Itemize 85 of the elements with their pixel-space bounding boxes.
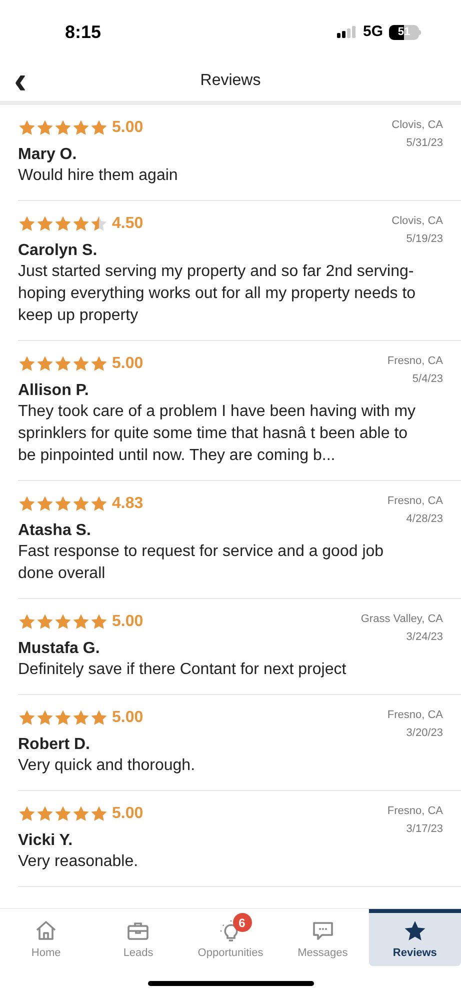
star-icon bbox=[72, 613, 90, 631]
rating-value: 5.00 bbox=[112, 118, 144, 138]
star-icon bbox=[36, 613, 54, 631]
reviewer-name: Vicki Y. bbox=[18, 831, 74, 851]
rating-value: 5.00 bbox=[112, 612, 144, 632]
star-icon bbox=[18, 613, 36, 631]
star-icon bbox=[90, 215, 108, 233]
tab-bar-item[interactable]: Reviews bbox=[368, 909, 461, 966]
rating-value: 5.00 bbox=[112, 804, 144, 824]
review-date: 5/19/23 bbox=[406, 232, 443, 247]
star-icon bbox=[54, 215, 72, 233]
review-text: Very quick and thorough. bbox=[18, 756, 196, 776]
review-text: Definitely save if there Contant for next project bbox=[18, 660, 348, 680]
location-label: Fresno, CA bbox=[387, 804, 443, 819]
tab-bar-item[interactable]: Leads bbox=[92, 909, 184, 966]
tab-bar-item[interactable]: 6 Opportunities bbox=[184, 909, 277, 966]
star-icon bbox=[90, 119, 108, 137]
location-label: Fresno, CA bbox=[387, 494, 443, 509]
star-icon bbox=[36, 495, 54, 513]
star-icon bbox=[402, 919, 427, 943]
star-icon bbox=[72, 215, 90, 233]
star-icon bbox=[36, 709, 54, 727]
review-date: 3/20/23 bbox=[406, 726, 443, 741]
star-icon bbox=[36, 215, 54, 233]
signal-icon bbox=[336, 26, 357, 38]
tab-bar-item[interactable]: Home bbox=[0, 909, 92, 966]
star-icon bbox=[90, 355, 108, 373]
star-icon bbox=[72, 805, 90, 823]
review-text: Very reasonable. bbox=[18, 852, 140, 872]
location-label: Clovis, CA bbox=[392, 118, 443, 133]
location-label: Clovis, CA bbox=[392, 214, 443, 229]
star-icon bbox=[36, 355, 54, 373]
star-icon bbox=[54, 119, 72, 137]
chat-bubble-icon bbox=[310, 919, 335, 943]
review-date: 5/31/23 bbox=[406, 136, 443, 151]
star-icon bbox=[18, 119, 36, 137]
location-label: Fresno, CA bbox=[387, 354, 443, 369]
notification-badge: 6 bbox=[232, 913, 252, 932]
review-date: 5/4/23 bbox=[412, 372, 443, 387]
star-icon bbox=[72, 495, 90, 513]
star-icon bbox=[90, 613, 108, 631]
reviewer-name: Allison P. bbox=[18, 381, 90, 401]
tab-bar-item[interactable]: Messages bbox=[276, 909, 369, 966]
review-text: Fast response to request for service and a good job done overall bbox=[18, 542, 385, 584]
star-icon bbox=[18, 805, 36, 823]
star-icon bbox=[72, 119, 90, 137]
reviewer-name: Carolyn S. bbox=[18, 241, 98, 261]
rating-value: 4.50 bbox=[112, 214, 144, 234]
star-icon bbox=[54, 709, 72, 727]
page-title: Reviews bbox=[200, 70, 261, 90]
back-button[interactable]: ‹ bbox=[10, 62, 31, 100]
star-icon bbox=[54, 495, 72, 513]
network-label: 5G bbox=[362, 22, 383, 42]
location-label: Grass Valley, CA bbox=[360, 612, 443, 627]
review-text: Just started serving my property and so far 2nd serving- hoping everything works out for all my property needs to keep up property bbox=[18, 262, 417, 326]
review-date: 3/17/23 bbox=[406, 822, 443, 837]
star-icon bbox=[18, 215, 36, 233]
reviewer-name: Mary O. bbox=[18, 145, 78, 165]
location-label: Fresno, CA bbox=[387, 708, 443, 723]
reviewer-name: Mustafa G. bbox=[18, 639, 101, 659]
star-icon bbox=[36, 119, 54, 137]
review-text: They took care of a problem I have been having with my sprinklers for quite some time that hasnâ t been able to be pinpointed until now. They are coming b... bbox=[18, 402, 417, 466]
star-icon bbox=[90, 495, 108, 513]
review-date: 3/24/23 bbox=[406, 630, 443, 645]
star-icon bbox=[54, 805, 72, 823]
star-icon bbox=[54, 613, 72, 631]
status-time: 8:15 bbox=[65, 20, 102, 44]
review-date: 4/28/23 bbox=[406, 512, 443, 527]
star-icon bbox=[72, 355, 90, 373]
star-icon bbox=[72, 709, 90, 727]
reviewer-name: Robert D. bbox=[18, 735, 91, 755]
home-icon bbox=[34, 919, 58, 943]
star-icon bbox=[18, 355, 36, 373]
star-icon bbox=[90, 709, 108, 727]
battery-icon: 51 bbox=[389, 24, 421, 40]
reviewer-name: Atasha S. bbox=[18, 521, 92, 541]
star-icon bbox=[36, 805, 54, 823]
star-icon bbox=[90, 805, 108, 823]
rating-value: 5.00 bbox=[112, 354, 144, 374]
review-text: Would hire them again bbox=[18, 166, 179, 186]
star-icon bbox=[18, 709, 36, 727]
star-icon bbox=[18, 495, 36, 513]
rating-value: 5.00 bbox=[112, 708, 144, 728]
rating-value: 4.83 bbox=[112, 494, 144, 514]
star-icon bbox=[54, 355, 72, 373]
